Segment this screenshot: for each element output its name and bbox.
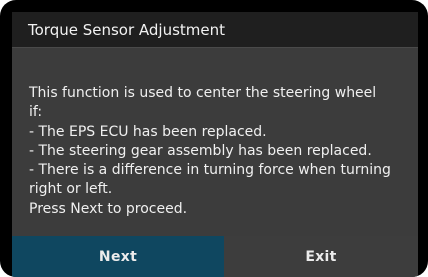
- dialog-title: Torque Sensor Adjustment: [28, 21, 226, 39]
- dialog-button-bar: Next Exit: [12, 236, 418, 277]
- dialog-title-bar: Torque Sensor Adjustment: [12, 12, 418, 48]
- message-line: - The steering gear assembly has been re…: [29, 142, 372, 159]
- torque-sensor-dialog: Torque Sensor Adjustment This function i…: [12, 12, 418, 277]
- device-frame: Torque Sensor Adjustment This function i…: [0, 0, 428, 277]
- exit-button[interactable]: Exit: [224, 236, 418, 277]
- message-line: - There is a difference in turning force…: [29, 162, 391, 179]
- dialog-message: This function is used to center the stee…: [29, 84, 409, 219]
- message-line: This function is used to center the stee…: [29, 85, 377, 101]
- next-button[interactable]: Next: [12, 236, 224, 277]
- message-line: Press Next to proceed.: [29, 200, 188, 217]
- message-line: if:: [29, 104, 43, 121]
- message-line: - The EPS ECU has been replaced.: [29, 123, 267, 140]
- message-line: right or left.: [29, 181, 113, 198]
